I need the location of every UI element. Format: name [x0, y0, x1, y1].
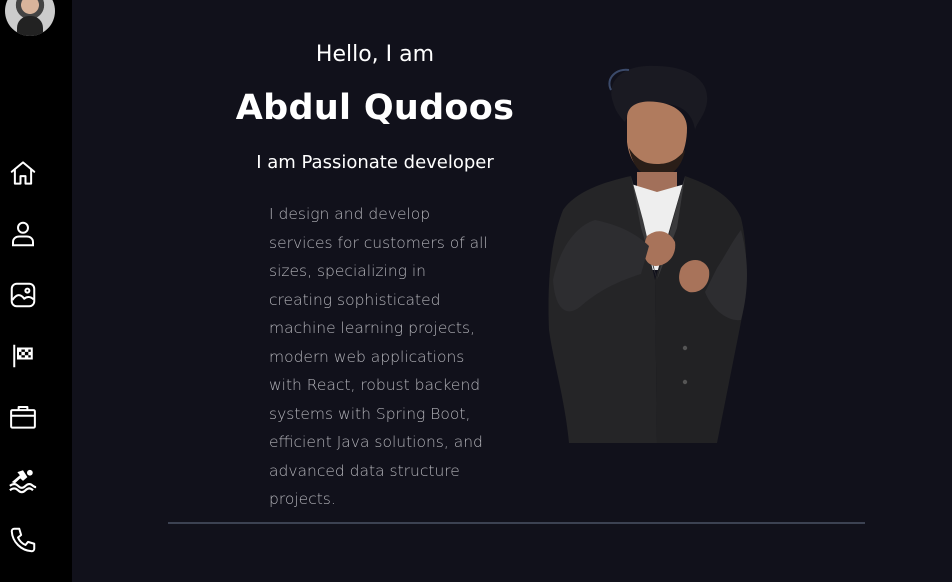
portfolio-page: Hello, I am Abdul Qudoos I am Passionate… [0, 0, 952, 582]
sidebar-item-home[interactable] [6, 156, 40, 190]
hero-tagline: I am Passionate developer [256, 152, 494, 173]
briefcase-icon [10, 406, 36, 429]
hero-description: I design and develop services for custom… [269, 205, 488, 508]
sidebar-item-portfolio[interactable] [6, 278, 40, 312]
hero-greeting: Hello, I am [315, 42, 435, 67]
hero-name: Abdul Qudoos [235, 88, 515, 128]
sidebar-item-goals[interactable] [6, 339, 40, 373]
sidebar-nav [0, 0, 72, 582]
image-icon [10, 282, 36, 308]
swimmer-icon [9, 469, 37, 494]
home-icon [10, 161, 36, 185]
avatar[interactable] [5, 0, 55, 36]
person-icon [12, 221, 34, 247]
phone-icon [10, 527, 36, 553]
section-divider [168, 522, 865, 524]
flag-icon [13, 344, 33, 368]
sidebar-item-hobbies[interactable] [6, 462, 40, 496]
sidebar-item-contact[interactable] [6, 523, 40, 557]
profile-photo [548, 65, 747, 443]
sidebar-item-work[interactable] [6, 400, 40, 434]
sidebar-item-about[interactable] [6, 217, 40, 251]
